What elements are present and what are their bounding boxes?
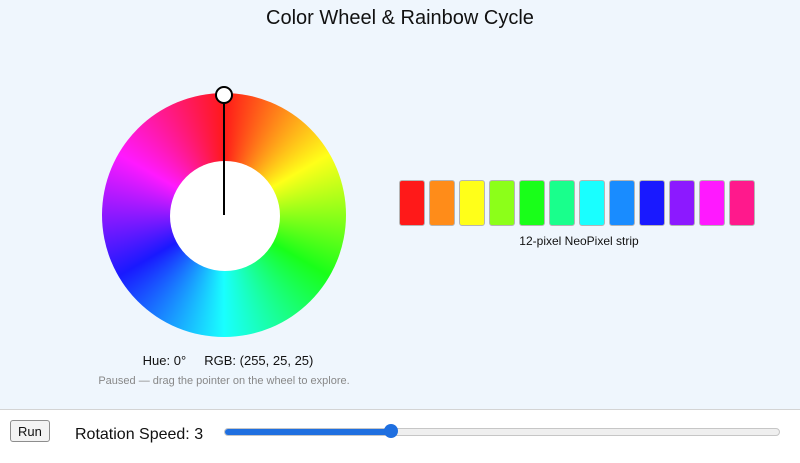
neopixel-8 [609, 180, 635, 226]
hue-label: Hue: [142, 353, 171, 368]
neopixel-9 [639, 180, 665, 226]
control-bar: Run Rotation Speed: 3 [0, 409, 800, 463]
speed-label-text: Rotation Speed: [75, 426, 190, 443]
neopixel-strip [399, 180, 759, 228]
neopixel-10 [669, 180, 695, 226]
rotation-speed-slider[interactable] [224, 424, 780, 438]
neopixel-4 [489, 180, 515, 226]
neopixel-3 [459, 180, 485, 226]
wheel-pointer-handle[interactable] [215, 86, 233, 104]
wheel-center [170, 161, 280, 271]
page-title: Color Wheel & Rainbow Cycle [266, 7, 534, 29]
wheel-pointer-line [223, 94, 225, 215]
rgb-label: RGB: [204, 353, 237, 368]
neopixel-7 [579, 180, 605, 226]
rgb-value: (255, 25, 25) [239, 353, 314, 368]
slider-fill [225, 429, 392, 435]
neopixel-11 [699, 180, 725, 226]
neopixel-6 [549, 180, 575, 226]
canvas-area: Color Wheel & Rainbow Cycle Hue: 0° RGB:… [0, 0, 800, 409]
strip-label: 12-pixel NeoPixel strip [519, 234, 639, 248]
neopixel-12 [729, 180, 755, 226]
slider-thumb[interactable] [384, 424, 398, 438]
speed-value: 3 [194, 426, 204, 443]
status-hint: Paused — drag the pointer on the wheel t… [98, 375, 350, 387]
neopixel-1 [399, 180, 425, 226]
run-button[interactable]: Run [10, 420, 50, 442]
color-readout: Hue: 0° RGB: (255, 25, 25) [0, 353, 456, 368]
neopixel-5 [519, 180, 545, 226]
hue-value: 0° [173, 353, 187, 368]
neopixel-2 [429, 180, 455, 226]
rotation-speed-label: Rotation Speed: 3 [75, 426, 203, 444]
